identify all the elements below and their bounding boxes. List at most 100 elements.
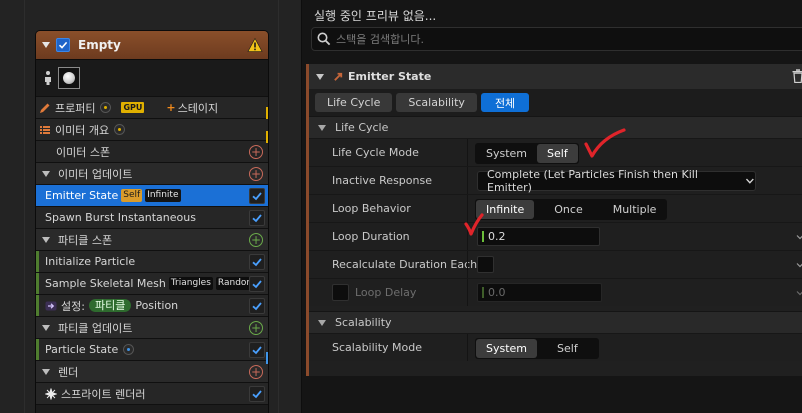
selection-details-panel: 실행 중인 프리뷰 없음... Emitter State Life Cycle…: [302, 0, 802, 413]
tab-all[interactable]: 전체: [480, 93, 530, 112]
emitter-name: Empty: [78, 38, 121, 52]
check-icon: [252, 390, 262, 399]
inactive-response-dropdown[interactable]: Complete (Let Particles Finish then Kill…: [477, 168, 756, 194]
module-label: Initialize Particle: [45, 255, 136, 268]
emitter-enabled-checkbox[interactable]: [56, 38, 70, 52]
option-infinite[interactable]: Infinite: [476, 200, 535, 219]
search-icon: [317, 32, 331, 46]
module-particle-state[interactable]: Particle State: [36, 339, 268, 361]
particle-update-section[interactable]: 파티클 업데이트 +: [36, 317, 268, 339]
module-label: Particle State: [45, 343, 119, 356]
expand-arrow-icon[interactable]: [42, 236, 50, 243]
module-badge: Self: [121, 189, 143, 202]
life-cycle-mode-row: Life Cycle Mode System Self: [309, 138, 802, 166]
life-cycle-mode-toggle: System Self: [475, 143, 579, 164]
sprite-burst-icon: [45, 387, 57, 400]
system-overview-graph: Empty 프로퍼티 GPU + 스테이지 이미터 개요 이미터 스폰 + 이미…: [0, 0, 301, 413]
module-accent: [36, 251, 39, 272]
pencil-icon: [40, 103, 50, 113]
property-label: Life Cycle Mode: [332, 146, 419, 159]
add-module-icon[interactable]: +: [249, 233, 263, 247]
emitter-thumbnail[interactable]: [58, 67, 80, 89]
expand-arrow-icon[interactable]: [42, 368, 50, 375]
module-label: 설정:: [61, 299, 85, 313]
grid-line: [24, 0, 25, 413]
module-enabled-checkbox[interactable]: [249, 188, 265, 204]
module-set-position[interactable]: 설정: 파티클 Position: [36, 295, 268, 317]
particle-spawn-label: 파티클 스폰: [58, 233, 113, 247]
module-sample-skeletal-mesh[interactable]: Sample Skeletal Mesh Triangles Random: [36, 273, 268, 295]
render-label: 렌더: [58, 365, 79, 379]
stack-search-box[interactable]: [311, 27, 802, 51]
module-enabled-checkbox[interactable]: [249, 254, 265, 270]
summary-label: 이미터 개요: [55, 123, 110, 137]
emitter-update-section[interactable]: 이미터 업데이트 +: [36, 163, 268, 185]
expand-arrow-icon[interactable]: [42, 170, 50, 177]
status-dot-icon: [100, 102, 112, 113]
recalculate-duration-checkbox[interactable]: [477, 256, 494, 273]
loop-delay-field[interactable]: 0.0: [477, 283, 602, 302]
property-label: Recalculate Duration Each: [332, 258, 478, 271]
add-module-icon[interactable]: +: [249, 167, 263, 181]
chevron-down-icon[interactable]: [796, 233, 802, 241]
module-enabled-checkbox[interactable]: [249, 210, 265, 226]
module-enabled-checkbox[interactable]: [249, 386, 265, 402]
collapse-arrow-icon[interactable]: [316, 73, 324, 80]
tab-scalability[interactable]: Scalability: [396, 93, 477, 112]
scalability-group-header[interactable]: Scalability: [309, 311, 802, 333]
loop-delay-enable-checkbox[interactable]: [332, 284, 349, 301]
render-section[interactable]: 렌더 +: [36, 361, 268, 383]
module-enabled-checkbox[interactable]: [249, 276, 265, 292]
module-label: Sample Skeletal Mesh: [45, 277, 166, 290]
option-system[interactable]: System: [476, 144, 537, 163]
option-self[interactable]: Self: [537, 339, 598, 358]
module-label: Spawn Burst Instantaneous: [45, 211, 196, 224]
output-pin: [266, 352, 268, 364]
add-stage-icon[interactable]: +: [166, 101, 175, 114]
module-emitter-state[interactable]: Emitter State Self Infinite: [36, 185, 268, 207]
module-sprite-renderer[interactable]: 스프라이트 렌더러: [36, 383, 268, 405]
recalculate-duration-row: Recalculate Duration Each: [309, 250, 802, 278]
stage-label[interactable]: 스테이지: [178, 100, 218, 116]
properties-row[interactable]: 프로퍼티 GPU + 스테이지: [36, 97, 268, 119]
loop-behavior-toggle: Infinite Once Multiple: [475, 199, 668, 220]
add-renderer-icon[interactable]: +: [249, 365, 263, 379]
option-multiple[interactable]: Multiple: [603, 200, 667, 219]
property-label: Loop Duration: [332, 230, 410, 243]
loop-duration-field[interactable]: 0.2: [477, 227, 600, 246]
emitter-spawn-section[interactable]: 이미터 스폰 +: [36, 141, 268, 163]
emitter-summary-row[interactable]: 이미터 개요: [36, 119, 268, 141]
search-input[interactable]: [336, 32, 776, 46]
expand-arrow-icon[interactable]: [42, 324, 50, 331]
option-once[interactable]: Once: [534, 200, 602, 219]
check-icon: [252, 346, 262, 355]
category-title: Emitter State: [348, 70, 432, 83]
module-spawn-burst[interactable]: Spawn Burst Instantaneous: [36, 207, 268, 229]
emitter-state-header[interactable]: Emitter State: [309, 64, 802, 89]
status-dot-icon: [123, 344, 135, 355]
trash-icon[interactable]: [792, 69, 802, 83]
add-module-icon[interactable]: +: [249, 321, 263, 335]
emitter-node-header[interactable]: Empty: [36, 31, 268, 60]
particle-spawn-section[interactable]: 파티클 스폰 +: [36, 229, 268, 251]
module-enabled-checkbox[interactable]: [249, 342, 265, 358]
collapse-arrow-icon[interactable]: [318, 319, 326, 326]
option-self[interactable]: Self: [537, 144, 578, 163]
module-badge: Infinite: [145, 189, 181, 202]
particle-update-label: 파티클 업데이트: [58, 321, 133, 335]
chevron-down-icon[interactable]: [796, 289, 802, 297]
life-cycle-group-header[interactable]: Life Cycle: [309, 116, 802, 138]
module-initialize-particle[interactable]: Initialize Particle: [36, 251, 268, 273]
emitter-node[interactable]: Empty 프로퍼티 GPU + 스테이지 이미터 개요 이미터 스폰 + 이미…: [35, 30, 269, 413]
check-icon: [252, 280, 262, 289]
module-enabled-checkbox[interactable]: [249, 298, 265, 314]
option-system[interactable]: System: [476, 339, 538, 358]
property-label: Loop Behavior: [332, 202, 411, 215]
collapse-arrow-icon[interactable]: [42, 42, 50, 48]
warning-icon[interactable]: [247, 37, 263, 53]
chevron-down-icon[interactable]: [796, 261, 802, 269]
add-module-icon[interactable]: +: [249, 145, 263, 159]
module-label: Position: [135, 299, 179, 312]
collapse-arrow-icon[interactable]: [318, 124, 326, 131]
tab-life-cycle[interactable]: Life Cycle: [315, 93, 393, 112]
